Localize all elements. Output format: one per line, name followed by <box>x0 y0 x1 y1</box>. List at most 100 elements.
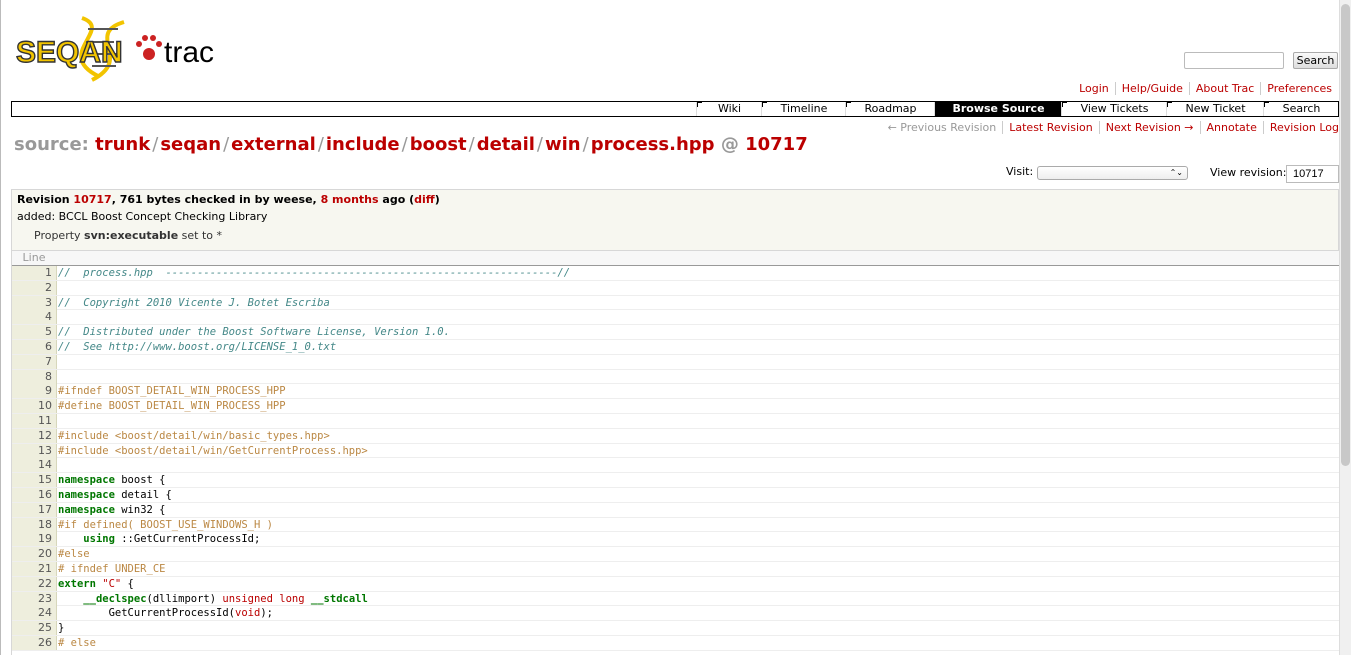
tab-wiki[interactable]: Wiki <box>696 102 762 116</box>
visit-label: Visit: <box>1006 165 1034 178</box>
line-text: __declspec(dllimport) unsigned long __st… <box>83 592 368 605</box>
preferences-link[interactable]: Preferences <box>1260 82 1338 95</box>
line-number[interactable]: 6 <box>12 339 57 354</box>
line-number[interactable]: 8 <box>12 369 57 384</box>
diff-link[interactable]: diff <box>414 193 435 206</box>
path-revision[interactable]: 10717 <box>745 134 808 155</box>
tab-browse-source[interactable]: Browse Source <box>934 102 1062 116</box>
line-number[interactable]: 26 <box>12 635 57 650</box>
code-line: 23 __declspec(dllimport) unsigned long _… <box>12 591 1339 607</box>
view-revision-input[interactable] <box>1286 165 1339 183</box>
line-number[interactable]: 16 <box>12 487 57 502</box>
path-segment[interactable]: detail <box>477 134 535 155</box>
line-number[interactable]: 22 <box>12 576 57 591</box>
path-prefix: source: <box>14 134 89 155</box>
scrollbar-thumb[interactable] <box>1341 4 1350 466</box>
code-line: 22 extern "C" { <box>12 576 1339 592</box>
revision-line: Revision 10717, 761 bytes checked in by … <box>17 193 440 206</box>
code-line: 15 namespace boost { <box>12 473 1339 488</box>
code-line: 6// See http://www.boost.org/LICENSE_1_0… <box>12 339 1339 355</box>
code-line: 25} <box>12 621 1339 636</box>
path-segment[interactable]: include <box>326 134 400 155</box>
line-text: extern "C" { <box>58 577 134 590</box>
line-number[interactable]: 23 <box>12 591 57 606</box>
code-line: 20 #else <box>12 547 1339 562</box>
latest-revision-link[interactable]: Latest Revision <box>1009 121 1092 134</box>
vertical-scrollbar[interactable] <box>1339 0 1351 655</box>
line-number[interactable]: 24 <box>12 606 57 621</box>
line-number[interactable]: 3 <box>12 295 57 310</box>
line-number[interactable]: 9 <box>12 384 57 399</box>
line-number[interactable]: 5 <box>12 325 57 340</box>
line-number[interactable]: 17 <box>12 502 57 517</box>
annotate-link[interactable]: Annotate <box>1207 121 1257 134</box>
line-number[interactable]: 13 <box>12 443 57 458</box>
code-line: 19 using ::GetCurrentProcessId; <box>12 532 1339 548</box>
path-file[interactable]: process.hpp <box>591 134 715 155</box>
code-line: 26 # else <box>12 635 1339 651</box>
line-text: namespace boost { <box>58 474 166 487</box>
visit-select[interactable]: ⌃⌄ <box>1037 166 1188 180</box>
line-number[interactable]: 12 <box>12 428 57 443</box>
property-line: Property svn:executable set to * <box>34 229 223 242</box>
line-text: using ::GetCurrentProcessId; <box>83 533 261 546</box>
line-text: namespace detail { <box>58 488 172 501</box>
view-revision-label: View revision: <box>1210 166 1287 179</box>
search-input[interactable] <box>1184 52 1284 69</box>
code-line: 7 <box>12 354 1339 370</box>
path-segment[interactable]: seqan <box>160 134 221 155</box>
tab-timeline[interactable]: Timeline <box>761 102 846 116</box>
path-segment[interactable]: trunk <box>95 134 150 155</box>
path-segment[interactable]: external <box>231 134 316 155</box>
code-line: 14 <box>12 458 1339 474</box>
line-text: } <box>58 622 65 635</box>
line-number[interactable]: 10 <box>12 399 57 414</box>
path-segment[interactable]: boost <box>410 134 467 155</box>
code-listing: Line 1// process.hpp -------------------… <box>11 251 1339 655</box>
age-link[interactable]: 8 months <box>321 193 379 206</box>
line-text: namespace win32 { <box>58 503 166 516</box>
logo-trac-text: trac <box>164 36 214 69</box>
source-path: source: trunk / seqan / external / include / boo… <box>14 134 808 155</box>
path-segment[interactable]: win <box>545 134 581 155</box>
line-number[interactable]: 21 <box>12 561 57 576</box>
code-line: 10 #define BOOST_DETAIL_WIN_PROCESS_HPP <box>12 399 1339 414</box>
revision-link[interactable]: 10717 <box>73 193 111 206</box>
code-line: 17 namespace win32 { <box>12 502 1339 518</box>
line-text: #ifndef BOOST_DETAIL_WIN_PROCESS_HPP <box>58 385 286 398</box>
line-number[interactable]: 7 <box>12 354 57 369</box>
code-line: 24 GetCurrentProcessId(void); <box>12 606 1339 622</box>
line-number[interactable]: 15 <box>12 473 57 488</box>
line-number[interactable]: 19 <box>12 532 57 547</box>
code-line: 8 <box>12 369 1339 385</box>
line-number[interactable]: 11 <box>12 413 57 428</box>
code-line: 12 #include <boost/detail/win/basic_types… <box>12 428 1339 444</box>
changeset-info: Revision 10717, 761 bytes checked in by … <box>11 189 1339 251</box>
revision-log-link[interactable]: Revision Log <box>1270 121 1339 134</box>
code-line: 11 <box>12 413 1339 429</box>
login-link[interactable]: Login <box>1073 82 1115 95</box>
tab-view-tickets[interactable]: View Tickets <box>1061 102 1167 116</box>
commit-message: added: BCCL Boost Concept Checking Libra… <box>17 210 268 223</box>
line-number[interactable]: 1 <box>12 266 57 280</box>
line-number[interactable]: 14 <box>12 458 57 473</box>
line-text: // See http://www.boost.org/LICENSE_1_0.… <box>58 340 337 353</box>
tab-roadmap[interactable]: Roadmap <box>845 102 935 116</box>
about-trac-link[interactable]: About Trac <box>1188 82 1261 95</box>
next-revision-link[interactable]: Next Revision → <box>1106 121 1194 134</box>
logo-seqan-text: SEQAN <box>16 36 123 69</box>
line-number[interactable]: 2 <box>12 280 57 295</box>
line-number[interactable]: 25 <box>12 621 57 636</box>
main-nav: Wiki Timeline Roadmap Browse Source View… <box>11 101 1339 117</box>
line-number[interactable]: 18 <box>12 517 57 532</box>
seqan-trac-logo[interactable]: SEQAN trac <box>14 14 230 84</box>
tab-search[interactable]: Search <box>1263 102 1339 116</box>
help-guide-link[interactable]: Help/Guide <box>1114 82 1189 95</box>
search-button[interactable]: Search <box>1293 52 1338 69</box>
code-line: 16 namespace detail { <box>12 487 1339 503</box>
code-line: 9 #ifndef BOOST_DETAIL_WIN_PROCESS_HPP <box>12 384 1339 400</box>
line-number[interactable]: 20 <box>12 547 57 562</box>
line-number[interactable]: 4 <box>12 310 57 325</box>
tab-new-ticket[interactable]: New Ticket <box>1166 102 1264 116</box>
code-line: 1// process.hpp ------------------------… <box>12 266 1339 281</box>
